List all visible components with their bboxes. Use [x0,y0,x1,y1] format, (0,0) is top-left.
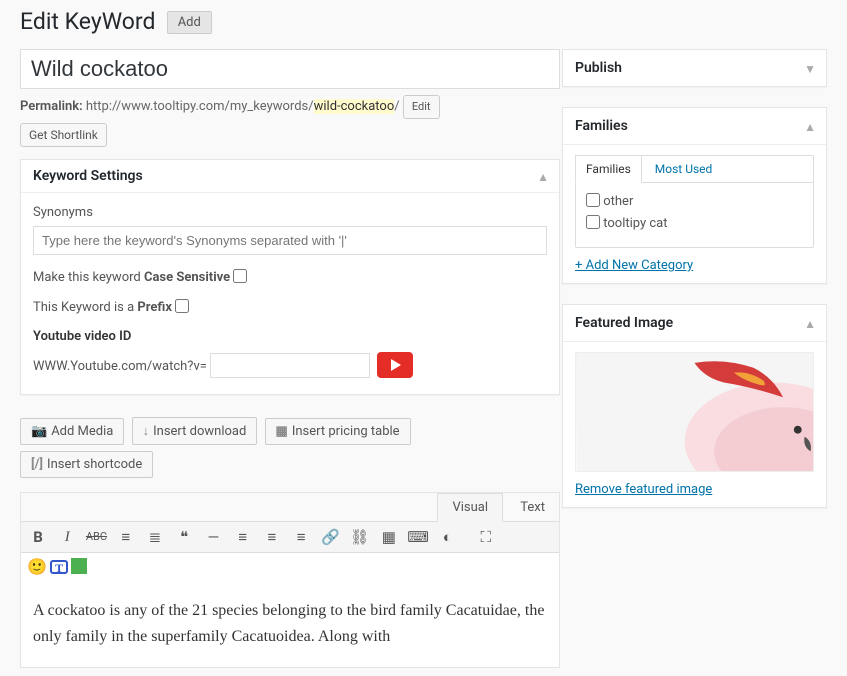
featured-image-header[interactable]: Featured Image ▲ [563,305,826,342]
chevron-up-icon[interactable]: ▲ [804,120,816,134]
italic-icon[interactable]: I [56,526,78,548]
numbered-list-icon[interactable]: ≣ [144,526,166,548]
featured-image-thumbnail[interactable] [575,352,814,472]
youtube-id-label: Youtube video ID [33,329,547,344]
families-box: Families ▲ Families Most Used other tool… [562,107,827,284]
permalink-trail: / [394,99,399,114]
families-title: Families [575,118,814,134]
case-sensitive-checkbox[interactable] [233,269,247,283]
insert-pricing-button[interactable]: ▦Insert pricing table [265,418,411,445]
prefix-checkbox[interactable] [175,299,189,313]
blockquote-icon[interactable]: ❝ [173,526,195,548]
permalink-row: Permalink: http://www.tooltipy.com/my_ke… [20,95,560,119]
toolbar-toggle-icon[interactable]: ⌨ [407,526,429,548]
chevron-up-icon[interactable]: ▲ [804,317,816,331]
add-media-button[interactable]: 📷Add Media [20,418,124,445]
title-input[interactable] [20,49,560,89]
content-editor[interactable]: A cockatoo is any of the 21 species belo… [21,580,559,667]
chevron-down-icon[interactable]: ▼ [804,62,816,76]
link-icon[interactable]: 🔗 [319,526,341,548]
tooltip-icon[interactable]: T [50,561,68,576]
color-icon[interactable] [71,561,87,576]
more-icon[interactable]: ▦ [378,526,400,548]
category-checkbox-tooltipy-cat[interactable] [586,215,600,229]
permalink-base: http://www.tooltipy.com/my_keywords/ [86,99,314,114]
families-header[interactable]: Families ▲ [563,108,826,145]
add-category-link[interactable]: + Add New Category [575,258,814,273]
synonyms-label: Synonyms [33,205,93,220]
prefix-pre: This Keyword is a [33,300,137,315]
edit-permalink-button[interactable]: Edit [403,95,440,119]
page-title: Edit KeyWord [20,8,155,35]
bullet-list-icon[interactable]: ≡ [115,526,137,548]
hr-icon[interactable]: — [202,526,224,548]
category-label: other [603,194,633,209]
publish-box: Publish ▼ [562,49,827,87]
case-sensitive-label: Case Sensitive [144,270,230,285]
tab-most-used[interactable]: Most Used [645,156,723,182]
permalink-slug[interactable]: wild-cockatoo [314,99,395,114]
unlink-icon[interactable]: ⛓ [349,526,371,548]
tab-text[interactable]: Text [506,494,559,521]
shortcode-icon: [/] [31,457,43,472]
publish-header[interactable]: Publish ▼ [563,50,826,86]
table-icon: ▦ [276,424,288,439]
wp-icon[interactable]: ◐ [436,526,458,548]
youtube-play-icon[interactable] [377,352,413,378]
tab-visual[interactable]: Visual [437,493,503,522]
get-shortlink-button[interactable]: Get Shortlink [20,123,107,147]
strikethrough-icon[interactable]: ABC [85,526,107,548]
keyword-settings-box: Keyword Settings ▲ Synonyms Make this ke… [20,159,560,395]
camera-icon: 📷 [31,424,47,439]
insert-shortcode-button[interactable]: [/]Insert shortcode [20,451,153,478]
featured-image-box: Featured Image ▲ Remove featured image [562,304,827,508]
category-item: tooltipy cat [586,215,803,231]
case-sensitive-pre: Make this keyword [33,270,144,285]
keyword-settings-title: Keyword Settings [33,168,547,184]
emoji-icon[interactable]: 🙂 [27,557,47,576]
remove-featured-image-link[interactable]: Remove featured image [575,482,814,497]
youtube-url-prefix: WWW.Youtube.com/watch?v= [33,359,207,374]
publish-title: Publish [575,60,814,76]
editor-toolbar: B I ABC ≡ ≣ ❝ — ≡ ≡ ≡ 🔗 ⛓ ▦ ⌨ ◐ ⛶ [21,521,559,553]
editor: Visual Text B I ABC ≡ ≣ ❝ — ≡ ≡ ≡ 🔗 ⛓ ▦ … [20,492,560,668]
category-label: tooltipy cat [603,216,667,231]
align-center-icon[interactable]: ≡ [261,526,283,548]
insert-download-button[interactable]: ↓Insert download [132,417,258,445]
download-icon: ↓ [143,424,150,439]
prefix-label: Prefix [137,300,172,315]
chevron-up-icon[interactable]: ▲ [537,170,549,184]
tab-families[interactable]: Families [575,155,642,183]
fullscreen-icon[interactable]: ⛶ [475,526,497,548]
bold-icon[interactable]: B [27,526,49,548]
page-header: Edit KeyWord Add [20,8,827,35]
synonyms-input[interactable] [33,226,547,255]
align-left-icon[interactable]: ≡ [232,526,254,548]
permalink-label: Permalink: [20,99,83,114]
category-checkbox-other[interactable] [586,193,600,207]
youtube-id-input[interactable] [210,353,370,378]
media-buttons-row: 📷Add Media ↓Insert download ▦Insert pric… [20,417,560,484]
featured-image-title: Featured Image [575,315,814,331]
add-new-button[interactable]: Add [167,11,212,34]
align-right-icon[interactable]: ≡ [290,526,312,548]
category-item: other [586,193,803,209]
keyword-settings-header[interactable]: Keyword Settings ▲ [21,160,559,193]
